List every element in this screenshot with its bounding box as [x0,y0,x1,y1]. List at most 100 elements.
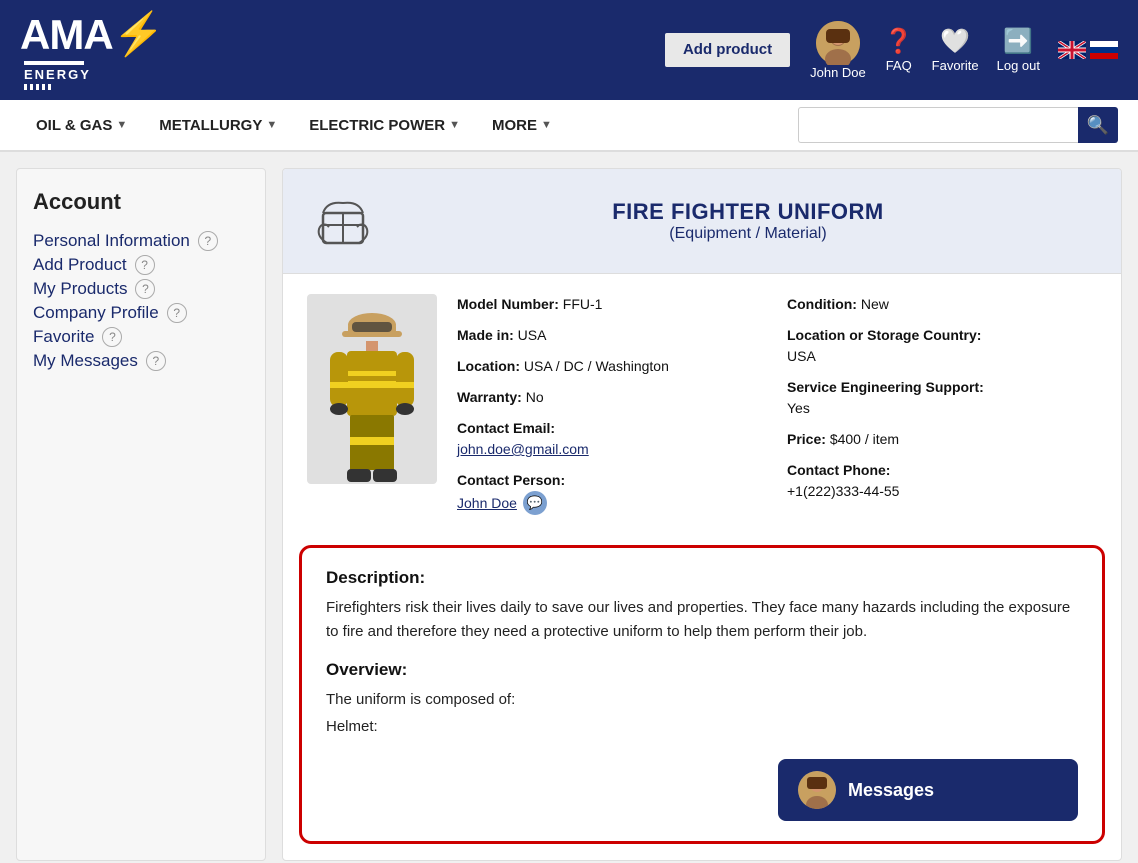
favorite-link[interactable]: 🤍 Favorite [932,27,979,73]
nav-more[interactable]: MORE ▼ [476,102,568,149]
nav-oil-gas-label: OIL & GAS [36,117,112,134]
chevron-down-icon: ▼ [266,119,277,131]
add-product-button[interactable]: Add product [663,31,792,69]
search-button[interactable]: 🔍 [1078,107,1118,143]
search-icon: 🔍 [1087,115,1109,136]
chevron-down-icon: ▼ [541,119,552,131]
product-area: FIRE FIGHTER UNIFORM (Equipment / Materi… [282,168,1122,861]
add-product-link[interactable]: Add Product [33,255,127,275]
logout-label: Log out [997,58,1040,73]
nav-electric-power[interactable]: ELECTRIC POWER ▼ [293,102,476,149]
faq-link[interactable]: ❓ FAQ [884,27,914,73]
personal-info-help-icon[interactable]: ? [198,231,218,251]
contact-phone-label: Contact Phone: [787,462,890,478]
details-left: Model Number: FFU-1 Made in: USA Locatio… [457,294,767,525]
helmet-text: Helmet: [326,718,1078,735]
add-product-help-icon[interactable]: ? [135,255,155,275]
language-flags [1058,41,1118,59]
storage-country-label: Location or Storage Country: [787,327,981,343]
made-in-label: Made in: [457,327,514,343]
sidebar-item-favorite: Favorite ? [33,327,249,347]
nav-more-label: MORE [492,117,537,134]
chevron-down-icon: ▼ [116,119,127,131]
contact-phone-value: +1(222)333-44-55 [787,483,899,499]
product-image [307,294,437,484]
my-messages-help-icon[interactable]: ? [146,351,166,371]
search-bar: 🔍 [798,107,1118,143]
contact-person-value-row: John Doe 💬 [457,491,767,515]
favorite-label: Favorite [932,58,979,73]
sidebar-title: Account [33,189,249,215]
firefighter-figure [312,297,432,482]
service-engineering-row: Service Engineering Support: Yes [787,377,1097,419]
condition-row: Condition: New [787,294,1097,315]
contact-phone-row: Contact Phone: +1(222)333-44-55 [787,460,1097,502]
user-name: John Doe [810,65,866,80]
faq-label: FAQ [886,58,912,73]
product-category-icon [307,185,379,257]
messages-avatar [798,771,836,809]
storage-country-row: Location or Storage Country: USA [787,325,1097,367]
product-details: Model Number: FFU-1 Made in: USA Locatio… [457,294,1097,525]
product-subtitle: (Equipment / Material) [399,225,1097,243]
messages-button[interactable]: Messages [778,759,1078,821]
product-header: FIRE FIGHTER UNIFORM (Equipment / Materi… [283,169,1121,274]
personal-information-link[interactable]: Personal Information [33,231,190,251]
model-number-row: Model Number: FFU-1 [457,294,767,315]
search-input[interactable] [798,107,1078,143]
contact-email-label: Contact Email: [457,420,555,436]
price-row: Price: $400 / item [787,429,1097,450]
model-number-label: Model Number: [457,296,559,312]
logout-icon: ➡️ [1003,27,1033,56]
nav-metallurgy[interactable]: METALLURGY ▼ [143,102,293,149]
company-profile-help-icon[interactable]: ? [167,303,187,323]
contact-email-value[interactable]: john.doe@gmail.com [457,441,589,457]
favorite-help-icon[interactable]: ? [102,327,122,347]
sidebar-item-personal-info: Personal Information ? [33,231,249,251]
logo-stripe [24,84,54,90]
description-text: Firefighters risk their lives daily to s… [326,596,1078,644]
overview-heading: Overview: [326,660,1078,680]
service-engineering-value: Yes [787,400,810,416]
favorite-sidebar-link[interactable]: Favorite [33,327,94,347]
chat-bubble-icon[interactable]: 💬 [523,491,547,515]
condition-value: New [861,296,889,312]
sidebar-menu: Personal Information ? Add Product ? My … [33,231,249,371]
sidebar-item-my-products: My Products ? [33,279,249,299]
sidebar-item-add-product: Add Product ? [33,255,249,275]
faq-icon: ❓ [884,27,914,56]
logo-ama: AMA [20,11,113,59]
my-products-link[interactable]: My Products [33,279,127,299]
details-right: Condition: New Location or Storage Count… [787,294,1097,525]
flag-uk[interactable] [1058,41,1086,59]
favorite-icon: 🤍 [940,27,970,56]
logo[interactable]: AMA ⚡ ENERGY [20,10,165,90]
user-profile-link[interactable]: John Doe [810,21,866,80]
product-body: Model Number: FFU-1 Made in: USA Locatio… [283,274,1121,545]
location-value: USA / DC / Washington [524,358,669,374]
warranty-label: Warranty: [457,389,522,405]
made-in-value: USA [518,327,547,343]
logo-energy: ENERGY [24,67,91,82]
storage-country-value: USA [787,348,816,364]
product-image-col [307,294,437,525]
flag-ru[interactable] [1090,41,1118,59]
logo-bolt: ⚡ [113,10,165,59]
nav-oil-gas[interactable]: OIL & GAS ▼ [20,102,143,149]
made-in-row: Made in: USA [457,325,767,346]
navbar: OIL & GAS ▼ METALLURGY ▼ ELECTRIC POWER … [0,100,1138,152]
service-engineering-label: Service Engineering Support: [787,379,984,395]
my-products-help-icon[interactable]: ? [135,279,155,299]
product-icon-box [307,185,379,257]
nav-menu: OIL & GAS ▼ METALLURGY ▼ ELECTRIC POWER … [20,102,798,149]
logout-link[interactable]: ➡️ Log out [997,27,1040,73]
company-profile-link[interactable]: Company Profile [33,303,159,323]
my-messages-link[interactable]: My Messages [33,351,138,371]
header-nav: Add product John Doe ❓ FAQ 🤍 Favorite [663,21,1118,80]
description-heading: Description: [326,568,1078,588]
nav-metallurgy-label: METALLURGY [159,117,262,134]
contact-person-link[interactable]: John Doe [457,493,517,514]
warranty-row: Warranty: No [457,387,767,408]
sidebar-item-company-profile: Company Profile ? [33,303,249,323]
description-area: Description: Firefighters risk their liv… [299,545,1105,844]
